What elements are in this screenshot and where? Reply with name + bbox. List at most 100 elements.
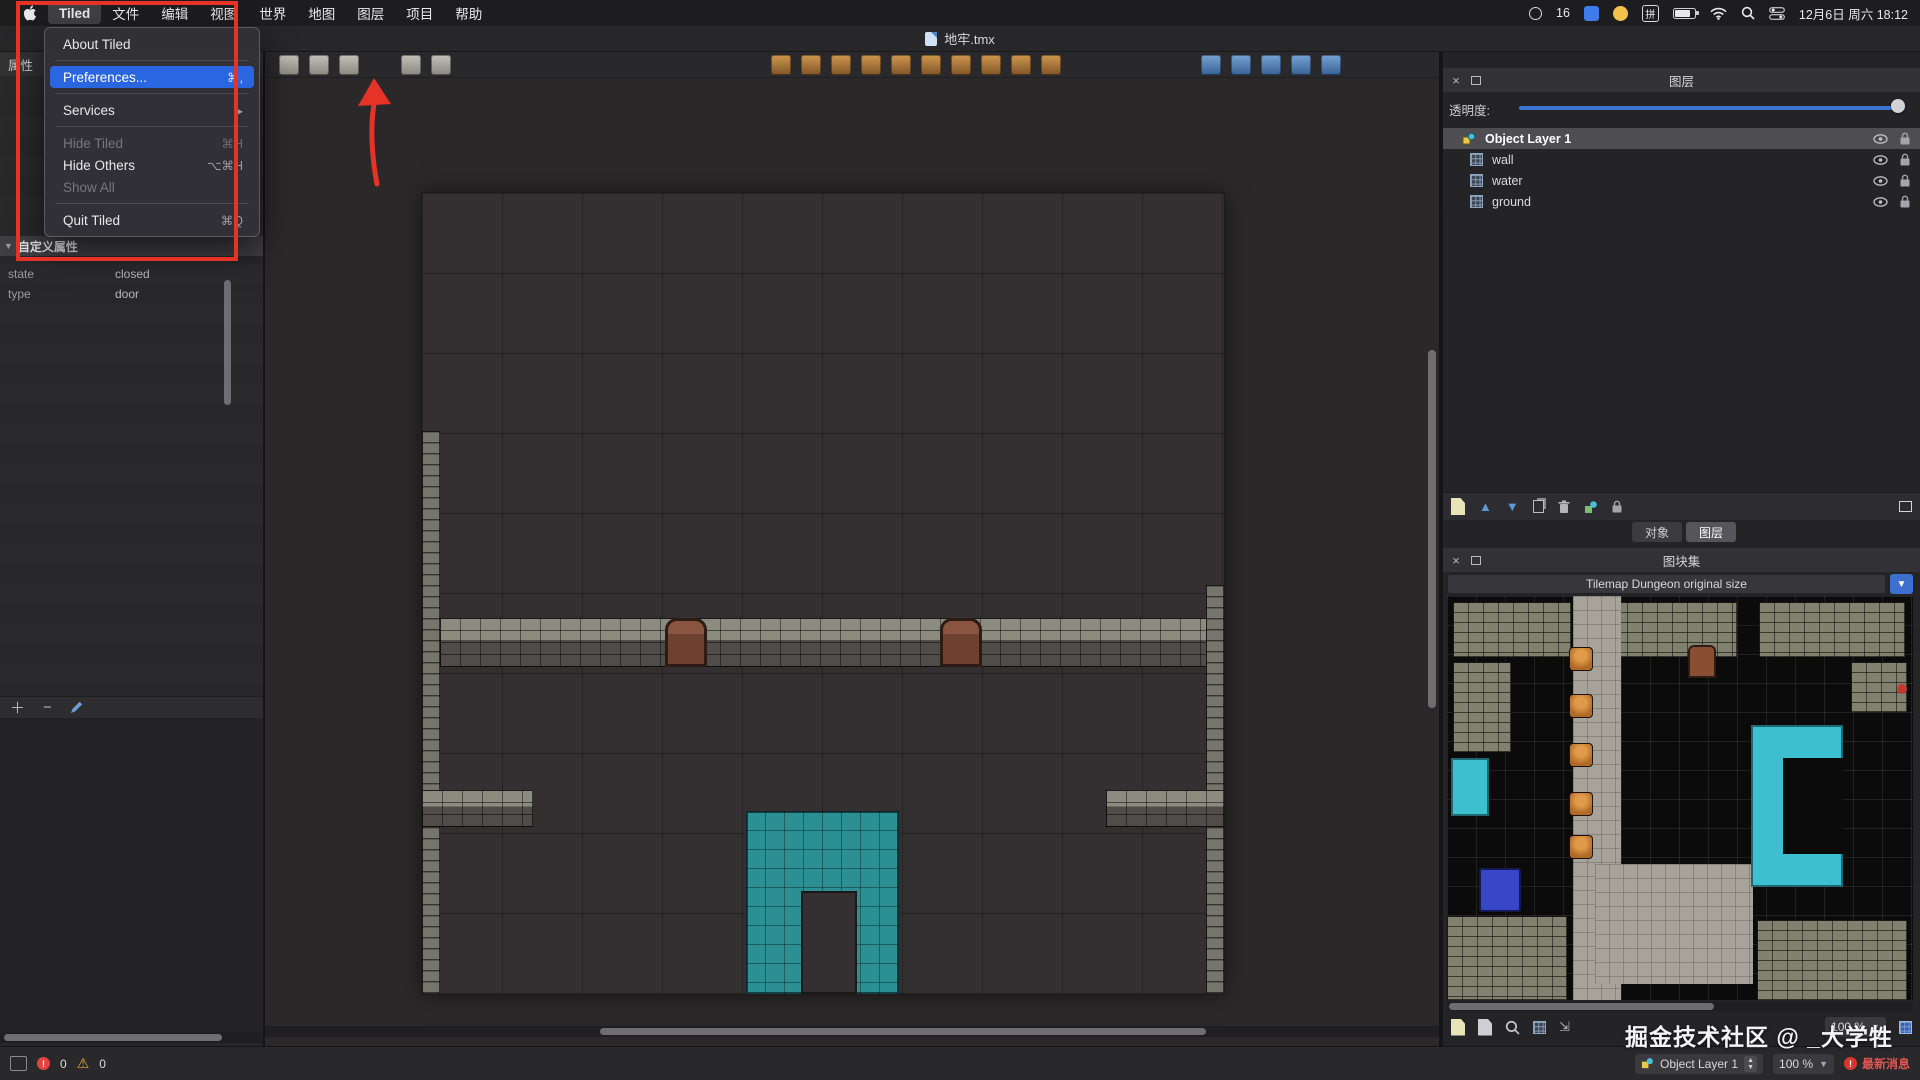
canvas-horizontal-scrollbar[interactable] <box>600 1028 1206 1035</box>
menu-map[interactable]: 地图 <box>297 2 346 24</box>
properties-horizontal-scrollbar[interactable] <box>4 1034 222 1041</box>
insert-object-tool-button[interactable] <box>1041 55 1061 75</box>
tab-objects[interactable]: 对象 <box>1632 522 1682 542</box>
visibility-eye-icon[interactable] <box>1873 197 1888 207</box>
map-wall-right-stub[interactable] <box>1106 790 1224 827</box>
menu-tiled[interactable]: Tiled <box>48 2 101 24</box>
zoom-dropdown[interactable]: 100 % ▼ <box>1773 1054 1834 1074</box>
yellow-app-icon[interactable] <box>1613 6 1628 21</box>
tileset-barrel-tile[interactable] <box>1569 694 1593 718</box>
map-water-structure[interactable] <box>746 811 899 994</box>
apple-menu[interactable] <box>12 2 48 24</box>
close-icon[interactable]: × <box>1449 553 1463 568</box>
map-wall-left-column[interactable] <box>422 431 440 994</box>
visibility-eye-icon[interactable] <box>1873 176 1888 186</box>
tileset-water-tile[interactable] <box>1451 758 1489 816</box>
insert-rectangle-button[interactable] <box>1201 55 1221 75</box>
raise-layer-button[interactable]: ▲ <box>1479 499 1492 514</box>
menu-layer[interactable]: 图层 <box>346 2 395 24</box>
lock-icon[interactable] <box>1900 132 1910 145</box>
remove-property-button[interactable]: − <box>43 699 52 716</box>
new-tileset-button[interactable] <box>1451 1019 1465 1036</box>
export-tileset-icon[interactable]: ⇲ <box>1559 1019 1570 1035</box>
delete-layer-button[interactable] <box>1558 500 1570 514</box>
tileset-tile[interactable] <box>1453 662 1511 752</box>
opacity-slider-track[interactable] <box>1519 106 1905 110</box>
layer-row-ground[interactable]: ground <box>1443 191 1920 212</box>
tilesets-panel-header[interactable]: × 图块集 <box>1443 548 1920 572</box>
insert-point-button[interactable] <box>1231 55 1251 75</box>
insert-tile-object-button[interactable] <box>1321 55 1341 75</box>
menu-edit[interactable]: 编辑 <box>150 2 199 24</box>
search-icon[interactable] <box>1741 6 1755 20</box>
lock-layer-button[interactable] <box>1612 500 1622 513</box>
redo-button[interactable] <box>431 55 451 75</box>
menu-project[interactable]: 项目 <box>395 2 444 24</box>
tileset-horizontal-scrollbar[interactable] <box>1449 1003 1714 1010</box>
insert-polygon-button[interactable] <box>1291 55 1311 75</box>
blue-app-icon[interactable] <box>1584 6 1599 21</box>
tileset-tile[interactable] <box>1595 864 1753 984</box>
edit-polygon-tool-button[interactable] <box>1011 55 1031 75</box>
new-layer-button[interactable] <box>1451 498 1465 515</box>
undo-button[interactable] <box>401 55 421 75</box>
panel-options-icon[interactable] <box>1899 501 1912 512</box>
tileset-tile[interactable] <box>1759 602 1905 657</box>
tileset-selector-dropdown[interactable]: Tilemap Dungeon original size <box>1447 574 1886 594</box>
magic-wand-tool-button[interactable] <box>921 55 941 75</box>
canvas-vertical-scrollbar[interactable] <box>1428 350 1436 708</box>
tileset-door-tile[interactable] <box>1688 645 1716 678</box>
tileset-barrel-tile[interactable] <box>1569 647 1593 671</box>
console-icon[interactable] <box>10 1056 27 1071</box>
map-wall-left-stub[interactable] <box>422 790 533 827</box>
menu-item-quit-tiled[interactable]: Quit Tiled⌘Q <box>50 209 254 231</box>
layer-row-object-layer[interactable]: Object Layer 1 <box>1443 128 1920 149</box>
window-titlebar[interactable]: 地牢.tmx <box>0 26 1920 52</box>
menu-item-preferences[interactable]: Preferences...⌘, <box>50 66 254 88</box>
new-map-button[interactable] <box>279 55 299 75</box>
tab-layers[interactable]: 图层 <box>1686 522 1736 542</box>
tileset-crate-tile[interactable] <box>1479 868 1521 912</box>
add-property-button[interactable]: ＋ <box>10 697 25 718</box>
custom-properties-header[interactable]: ▼ 自定义属性 <box>0 236 263 256</box>
menu-item-hide-others[interactable]: Hide Others⌥⌘H <box>50 154 254 176</box>
edit-property-button[interactable] <box>70 701 83 714</box>
wifi-icon[interactable] <box>1710 7 1727 20</box>
object-select-tool-button[interactable] <box>981 55 1001 75</box>
zoom-tileset-icon[interactable] <box>1505 1020 1520 1035</box>
stamp-tool-button[interactable] <box>771 55 791 75</box>
tileset-water-pool[interactable] <box>1751 725 1843 887</box>
layer-row-water[interactable]: water <box>1443 170 1920 191</box>
lock-icon[interactable] <box>1900 195 1910 208</box>
control-center-icon[interactable] <box>1769 7 1785 20</box>
news-badge[interactable]: ! 最新消息 <box>1844 1055 1910 1072</box>
tileset-barrel-tile[interactable] <box>1569 792 1593 816</box>
fill-tool-button[interactable] <box>831 55 851 75</box>
map-wall-horizontal[interactable] <box>440 618 1224 667</box>
menu-item-about-tiled[interactable]: About Tiled <box>50 33 254 55</box>
input-method-icon[interactable]: 拼 <box>1642 5 1659 22</box>
map-viewport[interactable] <box>422 193 1224 994</box>
layer-row-wall[interactable]: wall <box>1443 149 1920 170</box>
tileset-view[interactable] <box>1447 596 1913 1000</box>
tileset-grid-icon[interactable] <box>1533 1021 1546 1034</box>
lower-layer-button[interactable]: ▼ <box>1506 499 1519 514</box>
lock-icon[interactable] <box>1900 174 1910 187</box>
menubar-clock[interactable]: 12月6日 周六 18:12 <box>1799 4 1908 23</box>
edit-tileset-button[interactable] <box>1478 1019 1492 1036</box>
menu-help[interactable]: 帮助 <box>444 2 493 24</box>
opacity-slider-knob[interactable] <box>1891 99 1905 113</box>
map-door-object[interactable] <box>940 618 982 667</box>
properties-vertical-scrollbar[interactable] <box>224 280 231 405</box>
menu-item-services[interactable]: Services▸ <box>50 99 254 121</box>
menu-world[interactable]: 世界 <box>248 2 297 24</box>
terrain-tool-button[interactable] <box>801 55 821 75</box>
same-tile-tool-button[interactable] <box>951 55 971 75</box>
lock-icon[interactable] <box>1900 153 1910 166</box>
layer-selector-dropdown[interactable]: Object Layer 1 ▲▼ <box>1635 1054 1763 1074</box>
tileset-tile[interactable] <box>1453 602 1571 657</box>
eraser-tool-button[interactable] <box>861 55 881 75</box>
visibility-eye-icon[interactable] <box>1873 134 1888 144</box>
tileset-tile[interactable] <box>1757 920 1907 1000</box>
tileset-barrel-tile[interactable] <box>1569 743 1593 767</box>
